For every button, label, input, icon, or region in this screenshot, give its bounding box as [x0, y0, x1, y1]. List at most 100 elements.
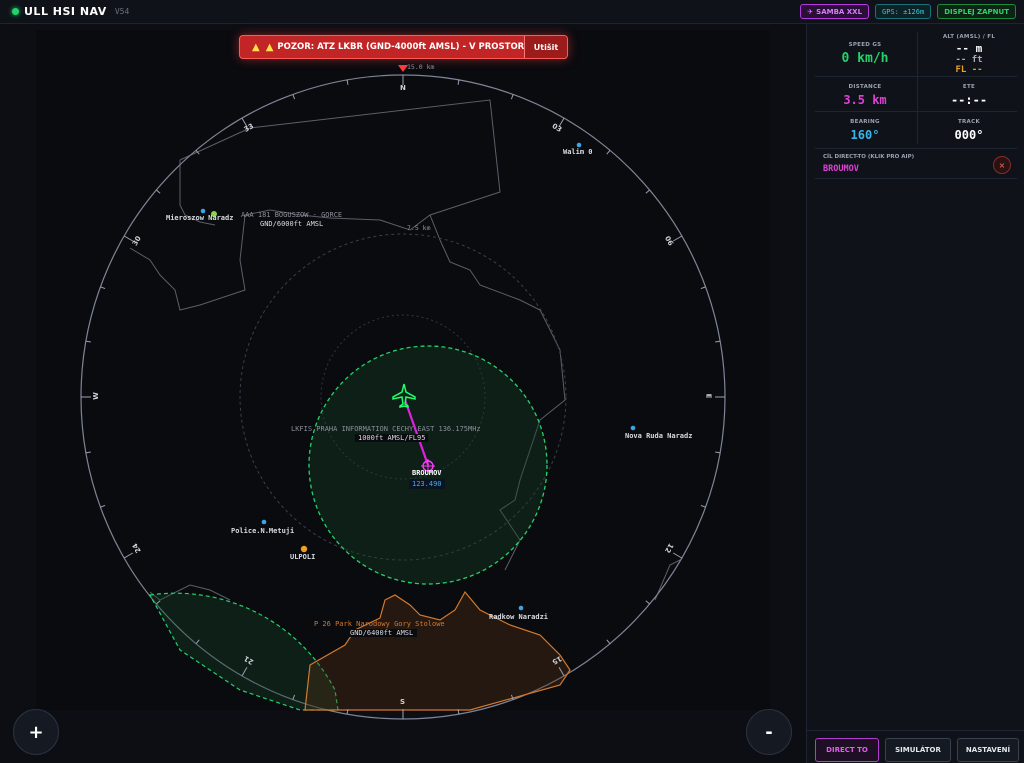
- hsi-map[interactable]: 15.0 km 7.5 km N S E W 03 06 12 15 21 24…: [0, 24, 806, 763]
- compass-w: W: [91, 392, 100, 400]
- bearing-cell: BEARING 160°: [815, 119, 915, 142]
- ete-value: --:--: [950, 93, 988, 107]
- waypoint-dot[interactable]: [518, 605, 524, 611]
- compass-tick: [700, 504, 706, 508]
- app-version: V54: [114, 7, 130, 16]
- compass-tick: [510, 94, 514, 100]
- waypoint-label[interactable]: ULPOLI: [290, 553, 315, 561]
- divider: [807, 730, 1024, 731]
- zoom-out-button[interactable]: -: [746, 709, 792, 755]
- airspace-name: P 26 Park Narodowy Gory Stolowe: [314, 620, 445, 628]
- compass-tick: [715, 451, 721, 454]
- border-line: [129, 99, 501, 311]
- compass-tick: [700, 286, 706, 290]
- gps-badge: GPS: ±126m: [875, 4, 932, 19]
- app-title: ULL HSI NAV: [24, 5, 107, 18]
- aircraft-badge[interactable]: ✈ SAMBA XXL: [800, 4, 870, 19]
- divider: [815, 76, 1017, 77]
- panel-buttons: DIRECT TO SIMULÁTOR NASTAVENÍ: [815, 738, 1019, 762]
- waypoint-label[interactable]: Walim 0: [563, 148, 593, 156]
- target-freq-label: 123.490: [409, 479, 445, 489]
- compass-tick: [346, 79, 349, 85]
- bearing-value: 160°: [850, 128, 880, 142]
- compass-tick: [606, 150, 611, 155]
- compass-tick: [715, 340, 721, 343]
- airspace-limits: GND/6000ft AMSL: [256, 220, 328, 228]
- bearing-label: BEARING: [850, 119, 880, 125]
- status-dot: [12, 8, 19, 15]
- display-badge[interactable]: DISPLEJ ZAPNUT: [937, 4, 1016, 19]
- divider: [815, 178, 1017, 179]
- track-cell: TRACK 000°: [919, 119, 1019, 142]
- airspace-limits: GND/6400ft AMSL: [346, 629, 418, 637]
- track-label: TRACK: [957, 119, 981, 125]
- waypoint-dot[interactable]: [300, 545, 308, 553]
- divider: [815, 148, 1017, 149]
- mute-alert-button[interactable]: Utišit: [524, 36, 567, 58]
- close-icon[interactable]: ×: [993, 156, 1011, 174]
- alt-ft-value: -- ft: [955, 55, 983, 65]
- compass-e: E: [704, 393, 713, 399]
- track-value: 000°: [954, 128, 984, 142]
- divider: [917, 32, 918, 144]
- status-badges: ✈ SAMBA XXL GPS: ±126m DISPLEJ ZAPNUT: [800, 4, 1016, 19]
- waypoint-label[interactable]: Nova Ruda Naradz: [625, 432, 692, 440]
- target-value[interactable]: BROUMOV: [823, 164, 859, 174]
- top-bar: ULL HSI NAV V54 ✈ SAMBA XXL GPS: ±126m D…: [0, 0, 1024, 24]
- warning-icon: ▲: [252, 41, 260, 53]
- compass-tick: [100, 286, 106, 290]
- warning-icon: ▲: [265, 41, 274, 53]
- info-panel: SPEED GS 0 km/h ALT (AMSL) / FL -- m -- …: [806, 24, 1024, 763]
- distance-label: DISTANCE: [848, 84, 882, 90]
- fl-value: FL --: [955, 65, 983, 75]
- airspace-name: AAA 181 BOGUSZOW - GORCE: [241, 211, 343, 219]
- alt-cell: ALT (AMSL) / FL -- m -- ft FL --: [919, 34, 1019, 75]
- ete-label: ETE: [962, 84, 976, 90]
- compass-tick: [85, 340, 91, 343]
- compass-s: S: [400, 698, 406, 706]
- compass-tick: [645, 189, 650, 194]
- waypoint-dot[interactable]: [261, 519, 267, 525]
- waypoint-label[interactable]: Mieroszow Naradz: [166, 214, 233, 222]
- airspace-name: LKFIS PRAHA INFORMATION CECHY EAST 136.1…: [291, 425, 481, 433]
- compass-tick: [123, 552, 134, 559]
- compass-tick: [85, 451, 91, 454]
- compass-tick: [100, 504, 106, 508]
- waypoint-dot[interactable]: [576, 142, 582, 148]
- distance-cell: DISTANCE 3.5 km: [815, 84, 915, 107]
- brand: ULL HSI NAV V54: [12, 5, 129, 18]
- map-svg: [80, 65, 726, 720]
- range-label-inner: 7.5 km: [407, 224, 431, 232]
- alt-m-value: -- m: [955, 42, 983, 55]
- simulator-button[interactable]: SIMULÁTOR: [885, 738, 951, 762]
- ete-cell: ETE --:--: [919, 84, 1019, 107]
- direct-to-button[interactable]: DIRECT TO: [815, 738, 879, 762]
- aircraft-badge-label: SAMBA XXL: [816, 7, 863, 16]
- target-section-label[interactable]: CÍL DIRECT-TO (KLIK PRO AIP): [823, 154, 914, 160]
- airspace-limits: 1000ft AMSL/FL95: [355, 434, 429, 442]
- divider: [815, 111, 1017, 112]
- waypoint-dot[interactable]: [630, 425, 636, 431]
- zoom-in-button[interactable]: +: [13, 709, 59, 755]
- waypoint-label[interactable]: Radkow Naradzi: [489, 613, 548, 621]
- compass-tick: [672, 235, 683, 242]
- compass-tick: [672, 552, 683, 559]
- waypoint-dot[interactable]: [200, 208, 206, 214]
- airspace-alert: ▲ ▲ POZOR: ATZ LKBR (GND-4000ft AMSL) - …: [239, 35, 568, 59]
- compass-tick: [457, 79, 460, 85]
- speed-value: 0 km/h: [841, 51, 889, 66]
- compass-tick: [156, 189, 161, 194]
- waypoint-label[interactable]: Police.N.Metuji: [231, 527, 294, 535]
- compass-n: N: [400, 84, 406, 92]
- settings-button[interactable]: NASTAVENÍ: [957, 738, 1019, 762]
- prohibited-zone[interactable]: [304, 590, 571, 711]
- range-label-outer: 15.0 km: [407, 63, 435, 71]
- speed-label: SPEED GS: [848, 42, 882, 48]
- compass-tick: [292, 94, 296, 100]
- alert-text: POZOR: ATZ LKBR (GND-4000ft AMSL) - V PR…: [277, 42, 535, 52]
- target-name-label[interactable]: BROUMOV: [412, 469, 442, 477]
- compass-tick: [645, 600, 650, 605]
- distance-value: 3.5 km: [843, 93, 887, 107]
- alt-label: ALT (AMSL) / FL: [942, 34, 996, 40]
- speed-cell: SPEED GS 0 km/h: [815, 42, 915, 66]
